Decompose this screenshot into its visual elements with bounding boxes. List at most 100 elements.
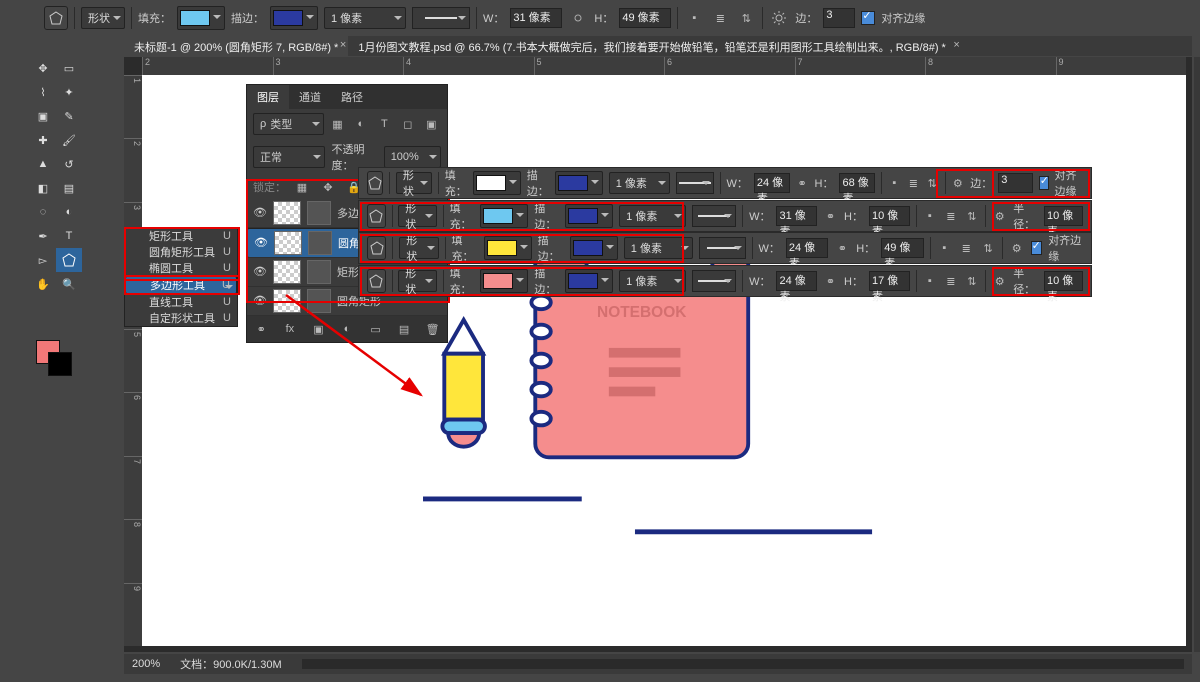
wand-tool[interactable]: ✦ bbox=[56, 80, 82, 104]
blur-tool[interactable]: ◌ bbox=[30, 200, 56, 224]
link-wh-icon[interactable]: ⚭ bbox=[796, 173, 809, 193]
flyout-item-rect[interactable]: 矩形工具U bbox=[125, 228, 237, 244]
layer-thumb[interactable] bbox=[273, 289, 301, 313]
path-ops-icon[interactable]: ▪ bbox=[888, 173, 901, 193]
stroke-style-select[interactable] bbox=[412, 7, 470, 29]
link-wh-icon[interactable]: ⚭ bbox=[823, 271, 838, 291]
align-icon[interactable]: ≣ bbox=[943, 271, 958, 291]
stroke-swatch[interactable] bbox=[555, 171, 603, 195]
arrange-icon[interactable]: ⇅ bbox=[736, 8, 756, 28]
stroke-width-select[interactable]: 1 像素 bbox=[619, 205, 686, 227]
fill-swatch[interactable] bbox=[480, 204, 528, 228]
shape-mode-select[interactable]: 形状 bbox=[396, 172, 432, 194]
visibility-icon[interactable]: 👁 bbox=[253, 265, 267, 279]
stroke-style-select[interactable] bbox=[692, 205, 736, 227]
shape-mode-select[interactable]: 形状 bbox=[81, 7, 125, 29]
stamp-tool[interactable]: ▲ bbox=[30, 152, 56, 176]
align-icon[interactable]: ≣ bbox=[907, 173, 920, 193]
flyout-item-line[interactable]: 直线工具U bbox=[125, 294, 237, 310]
path-ops-icon[interactable]: ▪ bbox=[936, 238, 952, 258]
width-field[interactable]: 31 像素 bbox=[510, 8, 562, 28]
height-field[interactable]: 49 像素 bbox=[619, 8, 671, 28]
panel-tab-paths[interactable]: 路径 bbox=[331, 85, 373, 109]
group-icon[interactable]: ▭ bbox=[366, 319, 386, 339]
stroke-width-select[interactable]: 1 像素 bbox=[609, 172, 670, 194]
filter-adjust-icon[interactable]: ◐ bbox=[351, 114, 370, 134]
new-layer-icon[interactable]: ▤ bbox=[394, 319, 414, 339]
stroke-swatch[interactable] bbox=[270, 6, 318, 30]
hand-tool[interactable]: ✋ bbox=[30, 272, 56, 296]
type-tool[interactable]: T bbox=[56, 224, 82, 248]
trash-icon[interactable]: 🗑 bbox=[423, 319, 443, 339]
patch-tool[interactable]: ✚ bbox=[30, 128, 56, 152]
extra-field[interactable]: 10 像素 bbox=[1044, 206, 1083, 226]
arrange-icon[interactable]: ⇅ bbox=[926, 173, 939, 193]
crop-tool[interactable]: ▣ bbox=[30, 104, 56, 128]
filter-shape-icon[interactable]: ◻ bbox=[398, 114, 417, 134]
tool-preset-picker[interactable] bbox=[367, 236, 386, 260]
vector-mask-thumb[interactable] bbox=[307, 260, 331, 284]
stroke-swatch[interactable] bbox=[570, 236, 618, 260]
lasso-tool[interactable]: ⌇ bbox=[30, 80, 56, 104]
path-ops-icon[interactable]: ▪ bbox=[922, 271, 937, 291]
width-field[interactable]: 24 像素 bbox=[754, 173, 790, 193]
stroke-style-select[interactable] bbox=[692, 270, 736, 292]
eyedropper-tool[interactable]: ✎ bbox=[56, 104, 82, 128]
link-layers-icon[interactable]: ⚭ bbox=[251, 319, 271, 339]
layer-thumb[interactable] bbox=[274, 231, 302, 255]
fill-swatch[interactable] bbox=[177, 6, 225, 30]
width-field[interactable]: 31 像素 bbox=[776, 206, 817, 226]
visibility-icon[interactable]: 👁 bbox=[254, 236, 268, 250]
width-field[interactable]: 24 像素 bbox=[786, 238, 828, 258]
tool-preset-picker[interactable] bbox=[367, 204, 386, 228]
flyout-item-ellipse[interactable]: 椭圆工具U bbox=[125, 260, 237, 276]
flyout-item-poly[interactable]: 多边形工具U bbox=[125, 276, 237, 294]
stroke-width-select[interactable]: 1 像素 bbox=[619, 270, 686, 292]
move-tool[interactable]: ✥ bbox=[30, 56, 56, 80]
settings-icon[interactable]: ⚙ bbox=[951, 173, 964, 193]
document-tab[interactable]: 1月份图文教程.psd @ 66.7% (7.书本大概做完后，我们接着要开始做铅… bbox=[348, 36, 962, 56]
marquee-tool[interactable]: ▭ bbox=[56, 56, 82, 80]
vector-mask-thumb[interactable] bbox=[307, 289, 331, 313]
fx-icon[interactable]: fx bbox=[280, 319, 300, 339]
filter-pixel-icon[interactable]: ▦ bbox=[328, 114, 347, 134]
lock-pixels-icon[interactable]: ▦ bbox=[292, 177, 312, 197]
align-icon[interactable]: ≣ bbox=[958, 238, 974, 258]
height-field[interactable]: 17 像素 bbox=[869, 271, 910, 291]
dodge-tool[interactable]: ◐ bbox=[56, 200, 82, 224]
sides-field[interactable]: 3 bbox=[823, 8, 855, 28]
flyout-item-custom[interactable]: 自定形状工具U bbox=[125, 310, 237, 326]
settings-icon[interactable] bbox=[769, 8, 789, 28]
blend-mode-select[interactable]: 正常 bbox=[253, 146, 325, 168]
stroke-width-select[interactable]: 1 像素 bbox=[324, 7, 406, 29]
zoom-tool[interactable]: 🔍 bbox=[56, 272, 82, 296]
stroke-width-select[interactable]: 1 像素 bbox=[624, 237, 694, 259]
width-field[interactable]: 24 像素 bbox=[776, 271, 817, 291]
path-ops-icon[interactable]: ▪ bbox=[922, 206, 937, 226]
link-wh-icon[interactable]: ⚭ bbox=[823, 206, 838, 226]
stroke-style-select[interactable] bbox=[676, 172, 714, 194]
filter-type-icon[interactable]: T bbox=[375, 114, 394, 134]
brush-tool[interactable]: 🖌 bbox=[56, 128, 82, 152]
visibility-icon[interactable]: 👁 bbox=[253, 294, 267, 308]
vector-mask-thumb[interactable] bbox=[308, 231, 332, 255]
path-select-tool[interactable]: ▻ bbox=[30, 248, 56, 272]
snap-checkbox[interactable] bbox=[861, 11, 875, 25]
close-icon[interactable]: × bbox=[953, 39, 959, 51]
extra-field[interactable]: 10 像素 bbox=[1044, 271, 1083, 291]
path-ops-icon[interactable]: ▪ bbox=[684, 8, 704, 28]
shape-mode-select[interactable]: 形状 bbox=[398, 270, 437, 292]
document-tab[interactable]: 未标题-1 @ 200% (圆角矩形 7, RGB/8#) *× bbox=[124, 36, 348, 56]
stroke-swatch[interactable] bbox=[565, 269, 613, 293]
arrange-icon[interactable]: ⇅ bbox=[964, 206, 979, 226]
layer-thumb[interactable] bbox=[273, 260, 301, 284]
pen-tool[interactable]: ✒ bbox=[30, 224, 56, 248]
shape-mode-select[interactable]: 形状 bbox=[398, 205, 437, 227]
stroke-swatch[interactable] bbox=[565, 204, 613, 228]
link-wh-icon[interactable]: ⚭ bbox=[834, 238, 850, 258]
extra-field[interactable]: 3 bbox=[998, 173, 1032, 193]
fill-swatch[interactable] bbox=[484, 236, 532, 260]
snap-checkbox[interactable] bbox=[1039, 176, 1049, 190]
stroke-style-select[interactable] bbox=[699, 237, 745, 259]
tool-preset-picker[interactable] bbox=[367, 171, 383, 195]
